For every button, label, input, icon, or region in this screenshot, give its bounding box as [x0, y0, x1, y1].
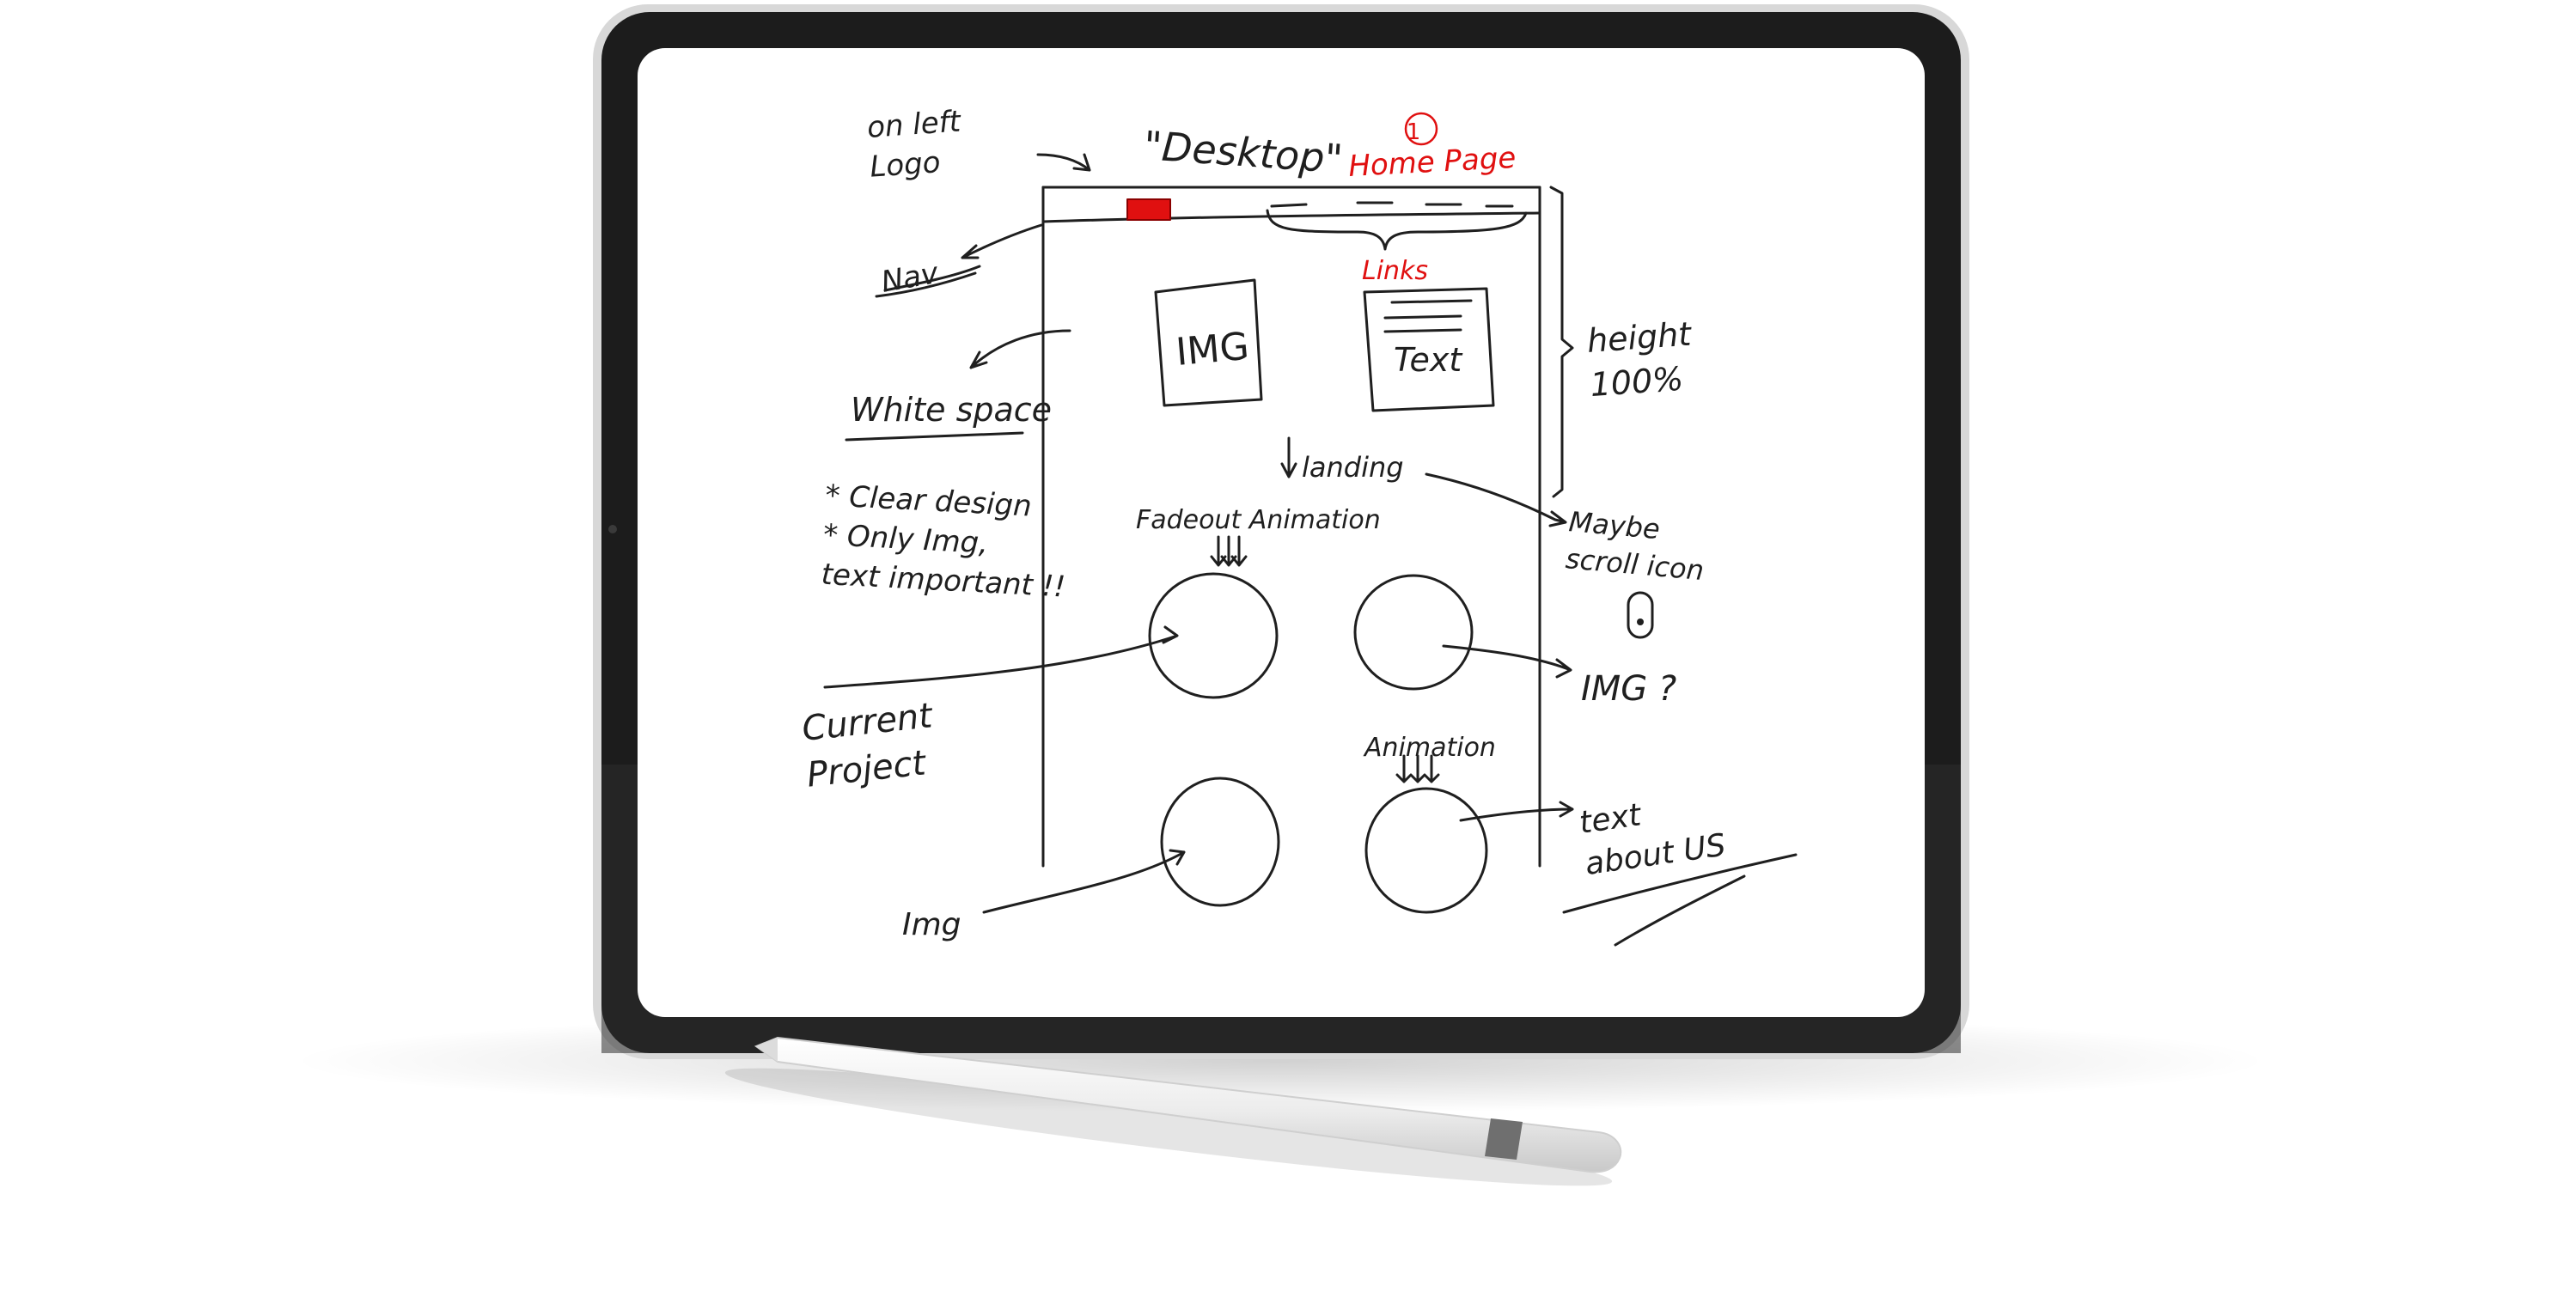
label-img-bottom: Img	[902, 907, 961, 942]
label-landing: landing	[1302, 451, 1404, 484]
label-number: 1	[1407, 119, 1421, 145]
label-fadeout: Fadeout Animation	[1136, 505, 1381, 535]
label-animation: Animation	[1363, 733, 1496, 763]
pencil-band	[1485, 1118, 1523, 1160]
scroll-mouse-dot	[1637, 618, 1644, 625]
camera-dot	[608, 525, 617, 533]
label-line: Logo	[869, 145, 942, 185]
label-line: 100%	[1589, 360, 1684, 404]
logo-placeholder-icon	[1126, 198, 1171, 221]
scene-svg: on left Logo "Desktop" 1 Home Page Links…	[292, 4, 2268, 1186]
label-img-box: IMG	[1175, 325, 1251, 375]
label-links: Links	[1362, 256, 1428, 286]
label-text-box: Text	[1394, 341, 1463, 379]
label-white-space: White space	[851, 391, 1052, 429]
photo-scene: on left Logo "Desktop" 1 Home Page Links…	[0, 0, 2576, 1307]
label-img-q: IMG ?	[1581, 669, 1676, 709]
